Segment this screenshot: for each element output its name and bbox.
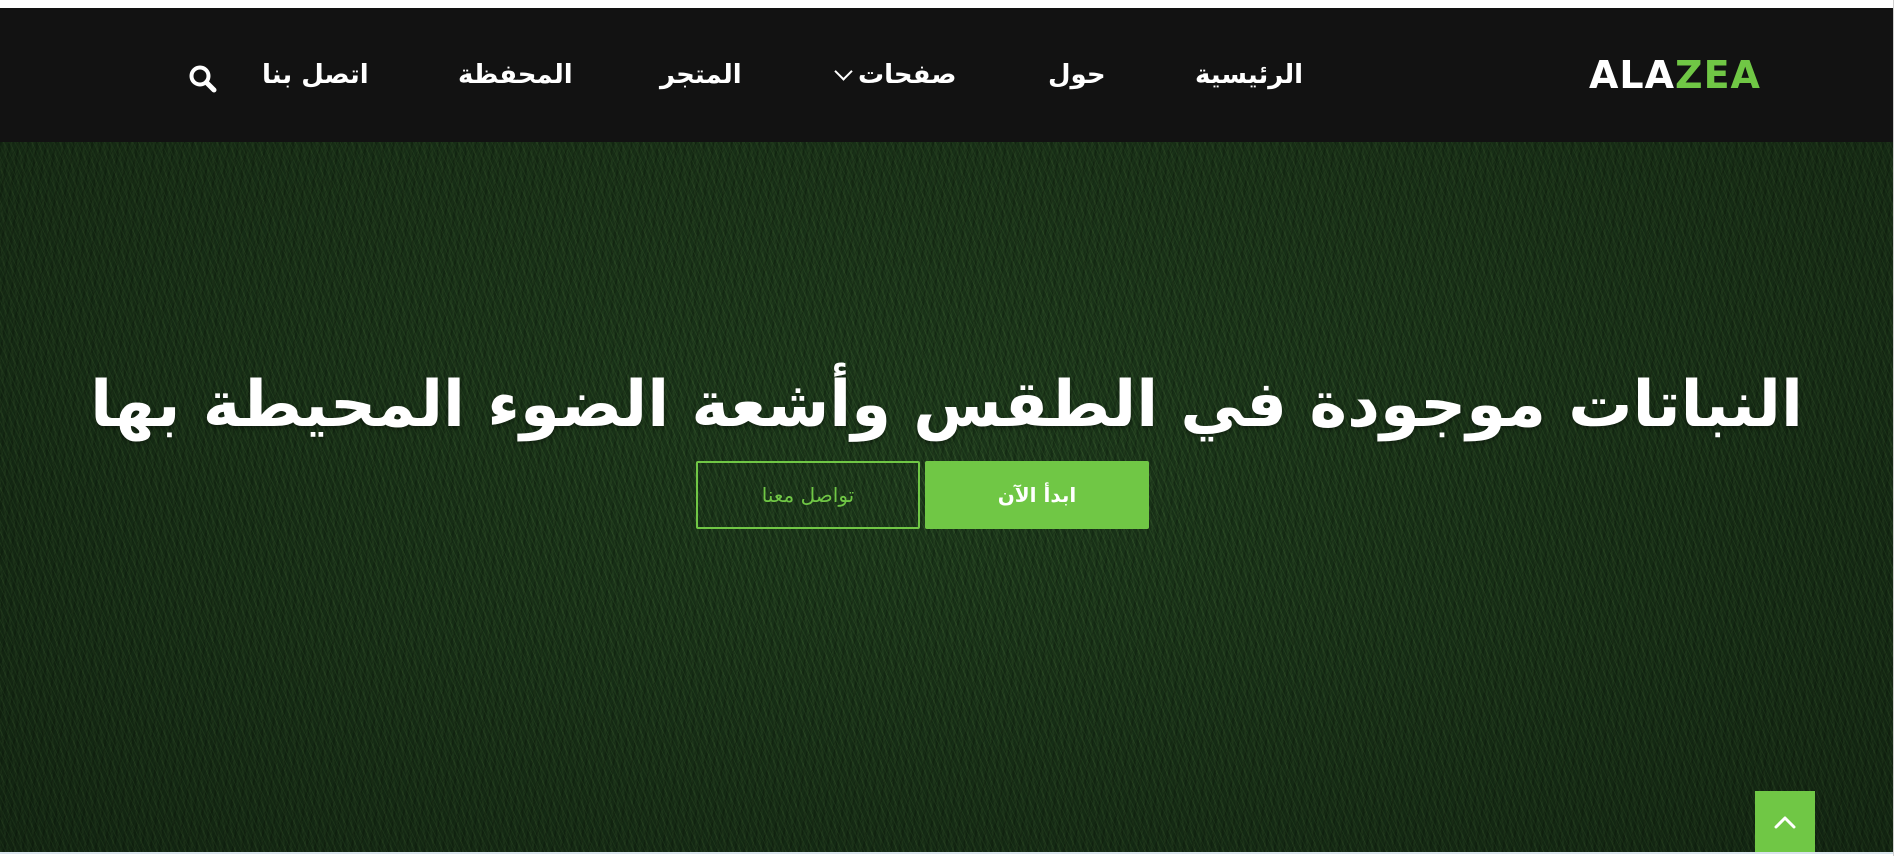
- divider: [0, 852, 1893, 854]
- scroll-to-top-button[interactable]: [1755, 791, 1815, 852]
- nav-item-pages[interactable]: صفحات: [834, 60, 957, 90]
- site-logo[interactable]: ALAZEA: [1589, 56, 1761, 94]
- search-icon: [189, 65, 217, 93]
- start-now-button[interactable]: ابدأ الآن: [925, 461, 1149, 529]
- logo-part-2: ZEA: [1675, 53, 1761, 97]
- site-header: ALAZEA الرئيسية حول صفحات المتجر المحفظة…: [0, 8, 1893, 142]
- search-button[interactable]: [188, 64, 218, 94]
- chevron-down-icon: [834, 62, 853, 81]
- nav-item-portfolio[interactable]: المحفظة: [458, 62, 573, 88]
- hero-title: النباتات موجودة في الطقس وأشعة الضوء الم…: [90, 368, 1803, 442]
- contact-us-button[interactable]: تواصل معنا: [696, 461, 920, 529]
- hero-section: النباتات موجودة في الطقس وأشعة الضوء الم…: [0, 142, 1893, 852]
- nav-item-contact[interactable]: اتصل بنا: [262, 62, 369, 88]
- scrollbar[interactable]: [1893, 0, 1899, 856]
- top-strip: [0, 0, 1893, 8]
- nav-item-home[interactable]: الرئيسية: [1195, 62, 1303, 88]
- nav-item-pages-label: صفحات: [858, 60, 957, 90]
- logo-part-1: ALA: [1589, 53, 1676, 97]
- page: ALAZEA الرئيسية حول صفحات المتجر المحفظة…: [0, 0, 1899, 856]
- nav-item-shop[interactable]: المتجر: [660, 62, 742, 88]
- chevron-up-icon: [1774, 816, 1796, 828]
- nav-item-about[interactable]: حول: [1048, 62, 1106, 88]
